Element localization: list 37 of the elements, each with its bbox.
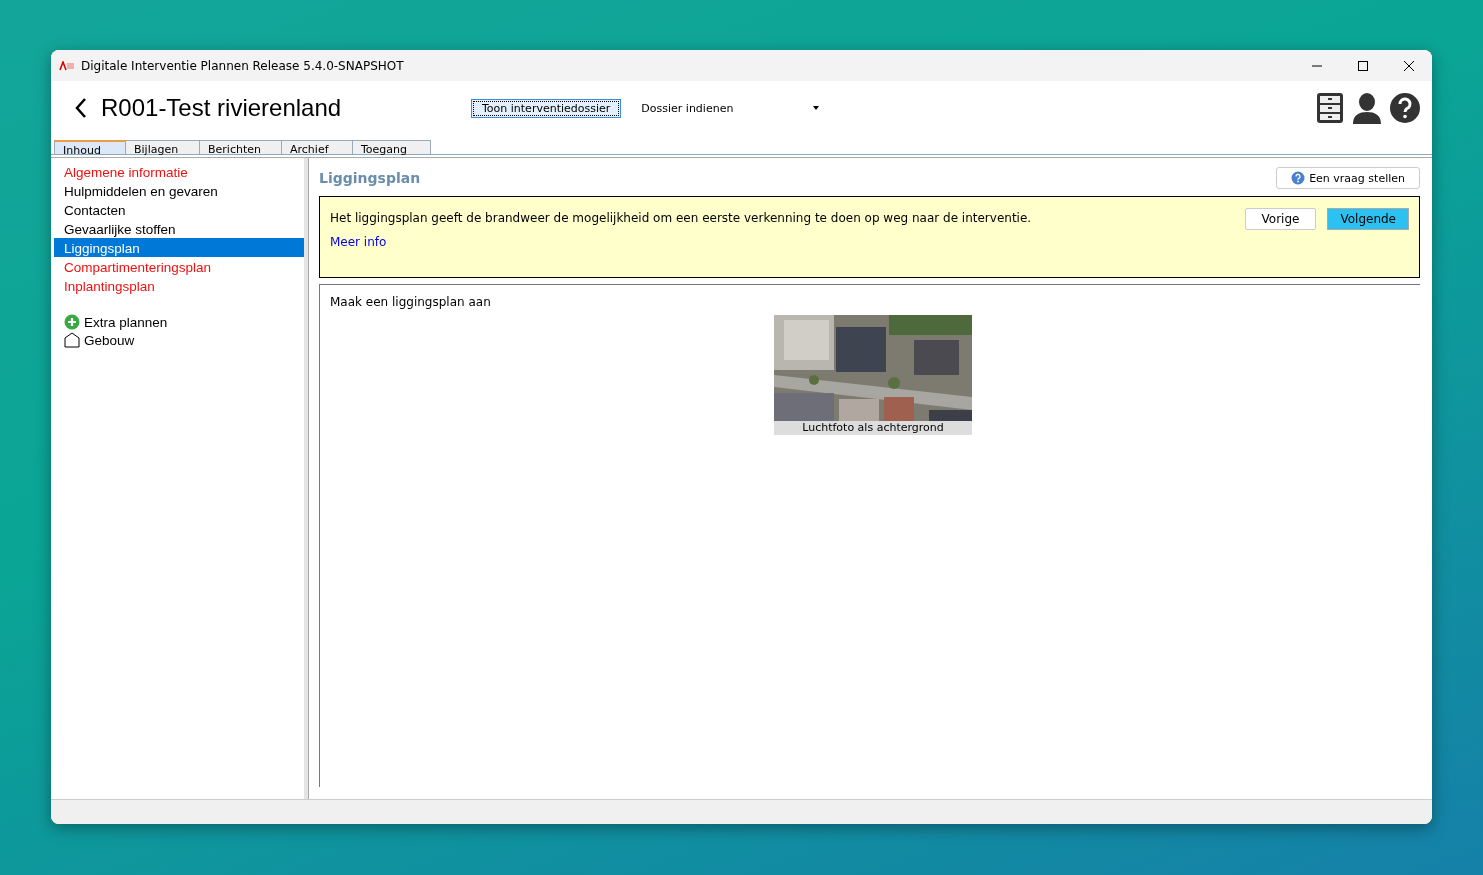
next-button[interactable]: Volgende xyxy=(1327,208,1409,230)
tab[interactable]: Inhoud xyxy=(54,140,126,154)
sidebar-item[interactable]: Hulpmiddelen en gevaren xyxy=(54,181,304,200)
show-dossier-button[interactable]: Toon interventiedossier xyxy=(471,98,622,118)
dossier-title: R001-Test rivierenland xyxy=(101,94,343,122)
dropdown-caret-icon xyxy=(813,106,820,110)
close-icon xyxy=(1404,60,1414,71)
back-icon xyxy=(75,98,87,118)
app-logo-icon xyxy=(59,60,75,71)
submit-dropdown[interactable]: Dossier indienen xyxy=(635,100,826,116)
prompt-text: Maak een liggingsplan aan xyxy=(330,295,492,309)
sidebar-item[interactable]: Liggingsplan xyxy=(54,238,304,257)
cabinet-icon[interactable] xyxy=(1316,92,1344,124)
sidebar-item[interactable]: Contacten xyxy=(54,200,304,219)
user-icon[interactable] xyxy=(1352,92,1382,124)
option-caption[interactable]: Luchtfoto als achtergrond xyxy=(774,421,972,435)
tab[interactable]: Bijlagen xyxy=(125,140,200,154)
window-title: Digitale Interventie Plannen Release 5.4.0-SNAPSHOT xyxy=(81,58,405,73)
tab[interactable]: Toegang xyxy=(352,140,431,154)
previous-button[interactable]: Vorige xyxy=(1244,208,1317,230)
sidebar-item[interactable]: Inplantingsplan xyxy=(54,276,304,295)
sidebar-item[interactable]: Algemene informatie xyxy=(54,162,304,181)
sidebar-item[interactable]: Extra plannen xyxy=(84,314,168,330)
info-text: Het liggingsplan geeft de brandweer de mogelijkheid om een eerste verkenning te doen op weg naar de interventie. xyxy=(330,211,1033,225)
building-icon xyxy=(64,332,80,348)
add-icon xyxy=(64,314,80,330)
ask-question-button[interactable]: Een vraag stellen xyxy=(1276,167,1420,189)
more-info-link[interactable]: Meer info xyxy=(330,235,387,249)
tab[interactable]: Archief xyxy=(281,140,353,154)
tab[interactable]: Berichten xyxy=(199,140,282,154)
sidebar-item[interactable]: Gevaarlijke stoffen xyxy=(54,219,304,238)
help-icon xyxy=(1291,171,1306,185)
maximize-icon xyxy=(1358,60,1368,71)
sidebar-item[interactable]: Gebouw xyxy=(84,332,135,348)
help-icon[interactable] xyxy=(1390,93,1420,123)
section-title: Liggingsplan xyxy=(319,170,421,186)
sidebar-item[interactable]: Compartimenteringsplan xyxy=(54,257,304,276)
